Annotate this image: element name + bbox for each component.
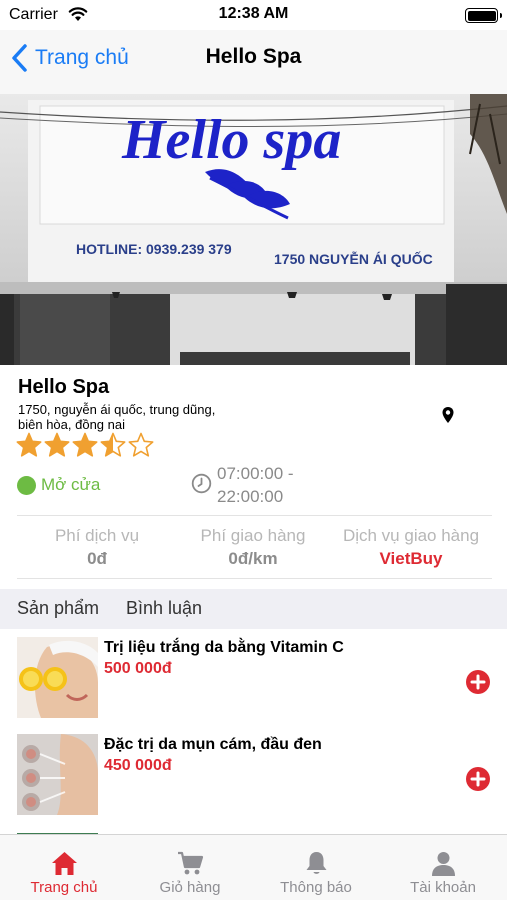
product-row[interactable]: Đặc trị da mụn cám, đầu đen 450 000đ <box>0 726 507 822</box>
sign-text: Hello spa <box>121 109 341 171</box>
tab-home[interactable]: Trang chủ <box>1 835 127 900</box>
shipping-fee-label: Phí giao hàng <box>200 526 306 545</box>
product-name: Đặc trị da mụn cám, đầu đen <box>104 736 322 753</box>
status-bar: Carrier 12:38 AM <box>0 0 507 30</box>
map-pin-icon[interactable] <box>441 406 455 424</box>
opening-hours-start: 07:00:00 - <box>217 464 294 483</box>
service-fee: Phí dịch vụ 0đ <box>17 526 177 569</box>
add-to-cart-button[interactable] <box>466 670 490 694</box>
shop-address-line-2: biên hòa, đồng nai <box>18 417 125 432</box>
service-fee-label: Phí dịch vụ <box>54 526 140 545</box>
tab-reviews[interactable]: Bình luận <box>126 598 202 619</box>
segment-bar: Sản phẩm Bình luận <box>0 589 507 629</box>
sign-address: 1750 NGUYỄN ÁI QUỐC <box>274 250 433 267</box>
shop-name: Hello Spa <box>18 376 110 398</box>
star-icon <box>128 432 154 457</box>
product-image <box>17 637 98 718</box>
product-price: 500 000đ <box>104 660 172 677</box>
product-price: 450 000đ <box>104 757 172 774</box>
star-icon <box>44 432 70 457</box>
star-rating <box>16 432 156 460</box>
tab-bar: Trang chủ Giỏ hàng Thông báo Tài khoản <box>0 834 507 900</box>
tab-notifications-label: Thông báo <box>280 879 352 896</box>
home-icon <box>52 852 77 875</box>
cart-icon <box>178 851 204 875</box>
clock-icon <box>191 473 212 494</box>
delivery-service-value: VietBuy <box>379 549 443 568</box>
open-status-dot <box>17 475 36 495</box>
opening-hours-end: 22:00:00 <box>217 487 284 506</box>
shop-cover-image: Hello spa HOTLINE: 0939.239 379 1750 NGU… <box>0 94 507 365</box>
tab-cart-label: Giỏ hàng <box>159 879 221 896</box>
add-to-cart-button[interactable] <box>466 767 490 791</box>
product-row[interactable]: Trị liệu trắng da bằng Vitamin C 500 000… <box>0 629 507 725</box>
star-icon <box>16 432 42 457</box>
divider <box>17 578 492 579</box>
battery-icon <box>465 8 502 23</box>
person-icon <box>432 852 455 876</box>
bell-icon <box>306 852 327 874</box>
sign-hotline: HOTLINE: 0939.239 379 <box>76 241 232 257</box>
opening-hours: 07:00:00 - 22:00:00 <box>217 462 294 508</box>
shop-address: 1750, nguyễn ái quốc, trung dũng, biên h… <box>18 402 278 432</box>
open-status: Mở cửa <box>17 475 100 495</box>
tab-cart[interactable]: Giỏ hàng <box>127 835 253 900</box>
delivery-service: Dịch vụ giao hàng VietBuy <box>330 526 492 569</box>
star-icon <box>100 432 126 457</box>
open-status-label: Mở cửa <box>41 475 101 494</box>
shipping-fee: Phí giao hàng 0đ/km <box>178 526 328 569</box>
service-fee-value: 0đ <box>87 549 107 568</box>
product-image <box>17 734 98 815</box>
navigation-bar: Trang chủ Hello Spa <box>0 30 507 94</box>
product-name: Trị liệu trắng da bằng Vitamin C <box>104 639 344 656</box>
divider <box>17 515 492 516</box>
shipping-fee-value: 0đ/km <box>228 549 278 568</box>
star-icon <box>72 432 98 457</box>
product-row[interactable] <box>0 822 507 834</box>
tab-account-label: Tài khoản <box>410 879 476 896</box>
page-title: Hello Spa <box>205 45 302 68</box>
shop-address-line-1: 1750, nguyễn ái quốc, trung dũng, <box>18 402 216 417</box>
tab-home-label: Trang chủ <box>30 879 98 896</box>
tab-account[interactable]: Tài khoản <box>380 835 506 900</box>
status-time: 12:38 AM <box>218 5 289 22</box>
delivery-service-label: Dịch vụ giao hàng <box>342 526 480 545</box>
tab-products[interactable]: Sản phẩm <box>17 598 99 619</box>
tab-notifications[interactable]: Thông báo <box>253 835 379 900</box>
